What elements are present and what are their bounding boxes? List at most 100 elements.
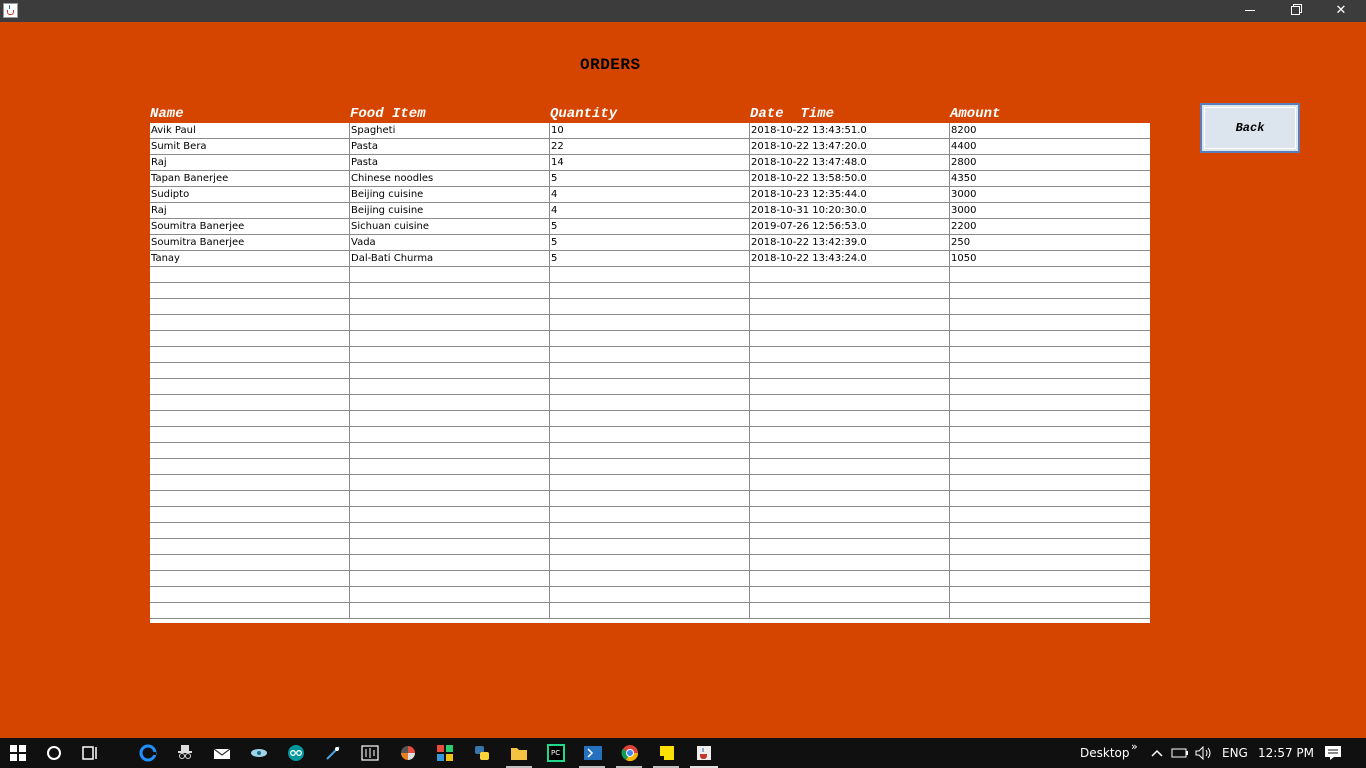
table-row-empty[interactable] <box>150 379 1150 395</box>
table-row-empty[interactable] <box>150 507 1150 523</box>
battery-icon[interactable] <box>1170 743 1190 763</box>
empty-cell[interactable] <box>750 395 950 410</box>
empty-cell[interactable] <box>950 475 1150 490</box>
cell-food-item[interactable]: Beijing cuisine <box>350 187 550 202</box>
sticky-notes-icon[interactable] <box>657 743 677 763</box>
empty-cell[interactable] <box>950 427 1150 442</box>
empty-cell[interactable] <box>350 603 550 618</box>
empty-cell[interactable] <box>950 379 1150 394</box>
empty-cell[interactable] <box>750 379 950 394</box>
empty-cell[interactable] <box>750 507 950 522</box>
empty-cell[interactable] <box>350 459 550 474</box>
cell-name[interactable]: Raj <box>150 155 350 170</box>
cell-quantity[interactable]: 4 <box>550 187 750 202</box>
empty-cell[interactable] <box>350 539 550 554</box>
cell-amount[interactable]: 4400 <box>950 139 1150 154</box>
cell-food-item[interactable]: Pasta <box>350 139 550 154</box>
empty-cell[interactable] <box>550 523 750 538</box>
cell-amount[interactable]: 3000 <box>950 187 1150 202</box>
empty-cell[interactable] <box>350 315 550 330</box>
back-button[interactable]: Back <box>1200 103 1300 153</box>
empty-cell[interactable] <box>550 347 750 362</box>
table-row-empty[interactable] <box>150 283 1150 299</box>
table-row[interactable]: Avik Paul Spagheti 10 2018-10-22 13:43:51.0… <box>150 123 1150 139</box>
empty-cell[interactable] <box>350 427 550 442</box>
table-row-empty[interactable] <box>150 491 1150 507</box>
notifications-icon[interactable] <box>1323 743 1343 763</box>
empty-cell[interactable] <box>350 299 550 314</box>
table-row-empty[interactable] <box>150 555 1150 571</box>
language-indicator[interactable]: ENG <box>1222 738 1248 768</box>
cell-date-time[interactable]: 2018-10-22 13:47:20.0 <box>750 139 950 154</box>
cell-name[interactable]: Tanay <box>150 251 350 266</box>
volume-icon[interactable] <box>1194 743 1214 763</box>
empty-cell[interactable] <box>950 539 1150 554</box>
cell-name[interactable]: Tapan Banerjee <box>150 171 350 186</box>
empty-cell[interactable] <box>550 443 750 458</box>
cell-food-item[interactable]: Chinese noodles <box>350 171 550 186</box>
table-row[interactable]: Raj Beijing cuisine 4 2018-10-31 10:20:30.0… <box>150 203 1150 219</box>
empty-cell[interactable] <box>750 347 950 362</box>
cell-food-item[interactable]: Dal-Bati Churma <box>350 251 550 266</box>
pycharm-icon[interactable]: PC <box>546 743 566 763</box>
cell-date-time[interactable]: 2019-07-26 12:56:53.0 <box>750 219 950 234</box>
table-row-empty[interactable] <box>150 299 1150 315</box>
cell-food-item[interactable]: Vada <box>350 235 550 250</box>
table-row-empty[interactable] <box>150 459 1150 475</box>
table-row[interactable]: Soumitra Banerjee Sichuan cuisine 5 2019-07… <box>150 219 1150 235</box>
empty-cell[interactable] <box>150 267 350 282</box>
empty-cell[interactable] <box>350 347 550 362</box>
table-row[interactable]: Tapan Banerjee Chinese noodles 5 2018-10-22… <box>150 171 1150 187</box>
cell-amount[interactable]: 250 <box>950 235 1150 250</box>
paint-icon[interactable] <box>323 743 343 763</box>
empty-cell[interactable] <box>550 427 750 442</box>
color-picker-icon[interactable] <box>398 743 418 763</box>
table-row-empty[interactable] <box>150 363 1150 379</box>
empty-cell[interactable] <box>350 491 550 506</box>
empty-cell[interactable] <box>950 555 1150 570</box>
cell-quantity[interactable]: 5 <box>550 235 750 250</box>
empty-cell[interactable] <box>750 315 950 330</box>
empty-cell[interactable] <box>950 347 1150 362</box>
cell-name[interactable]: Soumitra Banerjee <box>150 219 350 234</box>
cell-amount[interactable]: 2800 <box>950 155 1150 170</box>
cortana-icon[interactable] <box>44 743 64 763</box>
empty-cell[interactable] <box>150 299 350 314</box>
empty-cell[interactable] <box>950 459 1150 474</box>
empty-cell[interactable] <box>750 427 950 442</box>
empty-cell[interactable] <box>750 491 950 506</box>
empty-cell[interactable] <box>350 523 550 538</box>
cell-date-time[interactable]: 2018-10-22 13:58:50.0 <box>750 171 950 186</box>
audio-editor-icon[interactable] <box>360 743 380 763</box>
table-row[interactable]: Raj Pasta 14 2018-10-22 13:47:48.0 2800 <box>150 155 1150 171</box>
cell-date-time[interactable]: 2018-10-22 13:43:51.0 <box>750 123 950 138</box>
mail-icon[interactable] <box>212 743 232 763</box>
empty-cell[interactable] <box>950 267 1150 282</box>
empty-cell[interactable] <box>150 315 350 330</box>
empty-cell[interactable] <box>950 283 1150 298</box>
empty-cell[interactable] <box>950 507 1150 522</box>
empty-cell[interactable] <box>150 395 350 410</box>
cell-quantity[interactable]: 10 <box>550 123 750 138</box>
empty-cell[interactable] <box>550 555 750 570</box>
empty-cell[interactable] <box>150 347 350 362</box>
table-row-empty[interactable] <box>150 443 1150 459</box>
cell-date-time[interactable]: 2018-10-22 13:43:24.0 <box>750 251 950 266</box>
chevron-up-icon[interactable] <box>1147 743 1167 763</box>
empty-cell[interactable] <box>550 491 750 506</box>
cell-amount[interactable]: 1050 <box>950 251 1150 266</box>
table-row-empty[interactable] <box>150 267 1150 283</box>
table-row[interactable]: Soumitra Banerjee Vada 5 2018-10-22 13:42:3… <box>150 235 1150 251</box>
cell-name[interactable]: Raj <box>150 203 350 218</box>
cell-food-item[interactable]: Spagheti <box>350 123 550 138</box>
column-header-name[interactable]: Name <box>150 105 350 123</box>
empty-cell[interactable] <box>550 395 750 410</box>
empty-cell[interactable] <box>350 443 550 458</box>
empty-cell[interactable] <box>550 507 750 522</box>
empty-cell[interactable] <box>550 283 750 298</box>
empty-cell[interactable] <box>750 363 950 378</box>
cell-date-time[interactable]: 2018-10-22 13:42:39.0 <box>750 235 950 250</box>
cell-food-item[interactable]: Sichuan cuisine <box>350 219 550 234</box>
empty-cell[interactable] <box>350 587 550 602</box>
empty-cell[interactable] <box>150 379 350 394</box>
